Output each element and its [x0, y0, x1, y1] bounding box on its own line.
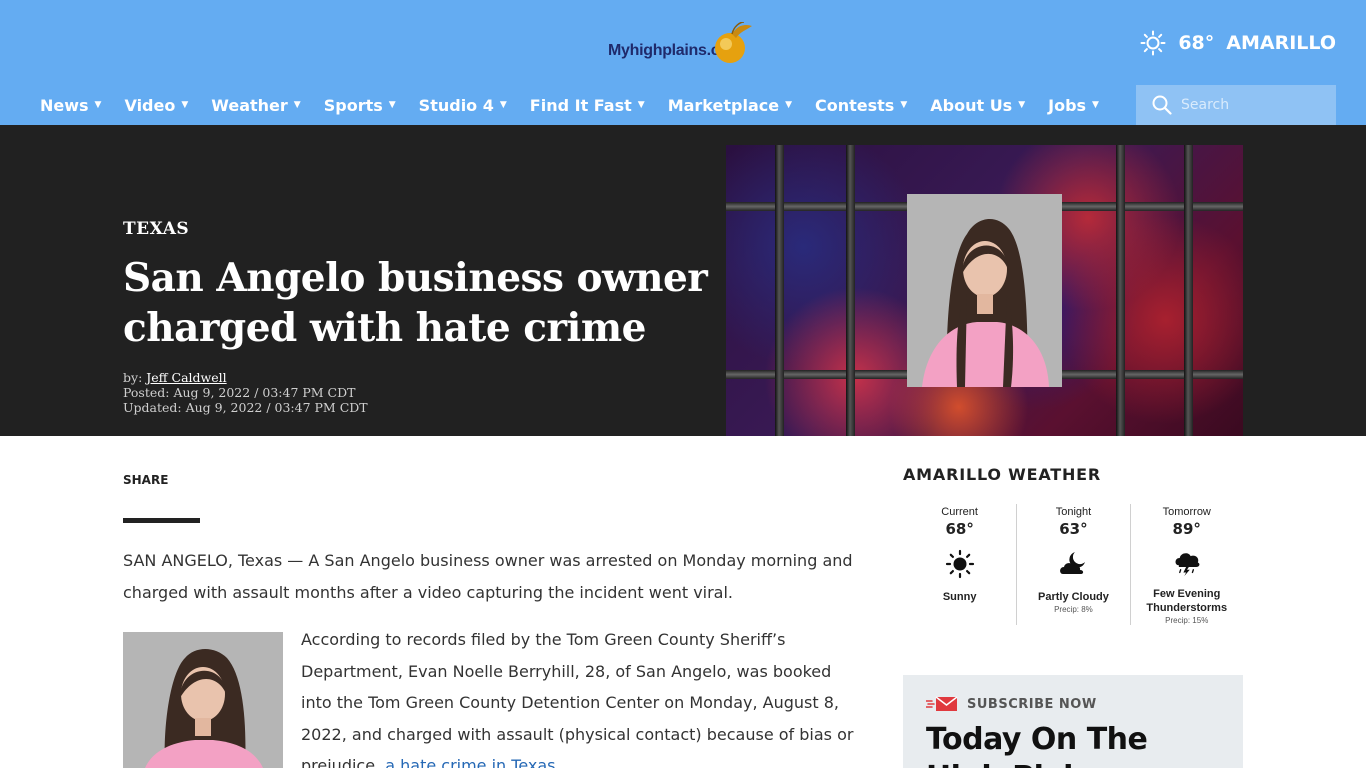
subscribe-header[interactable]: SUBSCRIBE NOW [926, 696, 1097, 712]
header-temp: 68° [1178, 32, 1215, 54]
nav-item-label: Studio 4 [418, 95, 494, 115]
header-weather[interactable]: 68° AMARILLO [1140, 30, 1336, 56]
nav-item-label: Video [124, 95, 176, 115]
caret-down-icon: ▼ [1092, 100, 1099, 110]
subscribe-label: SUBSCRIBE NOW [967, 696, 1097, 712]
hero-image[interactable] [726, 145, 1243, 436]
thunderstorm-icon [1175, 553, 1200, 577]
paragraph-text: According to records filed by the Tom Gr… [301, 630, 854, 768]
forecast-temp: 68° [945, 520, 974, 538]
nav-item-label: Marketplace [667, 95, 780, 115]
author-link[interactable]: Jeff Caldwell [146, 370, 226, 385]
caret-down-icon: ▼ [181, 100, 189, 110]
nav-item-contests[interactable]: Contests ▼ [815, 96, 907, 115]
forecast-label: Tomorrow [1162, 506, 1211, 518]
weather-widget-title[interactable]: AMARILLO WEATHER [903, 465, 1101, 484]
caret-down-icon: ▼ [900, 100, 908, 110]
byline-prefix: by: [123, 370, 143, 385]
caret-down-icon: ▼ [785, 100, 792, 110]
sun-icon [1140, 30, 1166, 56]
mugshot-photo [907, 194, 1062, 387]
newsletter-signup: SUBSCRIBE NOW Today On The High Plains [903, 675, 1243, 768]
forecast-condition: Sunny [942, 591, 977, 603]
forecast-precip: Precip: 15% [1165, 616, 1209, 625]
forecast-label: Tonight [1055, 506, 1092, 518]
caret-down-icon: ▼ [293, 100, 301, 110]
forecast-temp: 89° [1172, 520, 1201, 538]
nav-item-label: Weather [211, 95, 288, 115]
share-divider [123, 518, 200, 523]
forecast-tonight: Tonight 63° Partly Cloudy Precip: 8% [1016, 504, 1129, 625]
caret-down-icon: ▼ [388, 100, 396, 110]
nav-item-label: Find It Fast [529, 95, 632, 115]
nav-item-studio-4[interactable]: Studio 4 ▼ [419, 96, 507, 115]
caret-down-icon: ▼ [1018, 100, 1026, 110]
jail-bar [775, 145, 784, 436]
forecast-temp: 63° [1059, 520, 1088, 538]
sun-icon [945, 549, 974, 579]
article-paragraph: SAN ANGELO, Texas — A San Angelo busines… [123, 551, 853, 602]
article-paragraph: According to records filed by the Tom Gr… [301, 624, 861, 768]
article-headline: San Angelo business owner charged with h… [123, 255, 708, 351]
forecast-tomorrow: Tomorrow 89° Few Evening Thunderstorms P… [1129, 504, 1243, 625]
forecast-label: Current [941, 506, 978, 518]
caret-down-icon: ▼ [94, 100, 102, 110]
nav-item-label: News [40, 95, 89, 115]
nav-item-weather[interactable]: Weather ▼ [211, 96, 300, 115]
article-byline: by: Jeff Caldwell Posted: Aug 9, 2022 / … [123, 370, 368, 415]
nav-item-label: Sports [323, 95, 383, 115]
newsletter-title: Today On The High Plains [926, 722, 1148, 768]
nav-item-sports[interactable]: Sports ▼ [324, 96, 396, 115]
forecast-condition: Few Evening Thunderstorms [1146, 588, 1228, 614]
envelope-icon [926, 696, 958, 711]
nav-item-label: Contests [815, 95, 895, 115]
nav-item-video[interactable]: Video ▼ [124, 96, 188, 115]
article-hero: TEXAS San Angelo business owner charged … [0, 125, 1366, 436]
nav-item-label: About Us [930, 95, 1013, 115]
main-nav: News ▼ Video ▼ Weather ▼ Sports ▼ Studio 4 ▼ … [40, 92, 1122, 118]
forecast-precip: Precip: 8% [1054, 605, 1093, 614]
inline-mugshot-photo[interactable] [123, 632, 283, 768]
nav-item-find-it-fast[interactable]: Find It Fast ▼ [530, 96, 645, 115]
nav-item-jobs[interactable]: Jobs ▼ [1048, 96, 1099, 115]
article-category[interactable]: TEXAS [123, 219, 189, 239]
header-city: AMARILLO [1226, 32, 1336, 54]
jail-bar [1184, 145, 1193, 436]
posted-date: Posted: Aug 9, 2022 / 03:47 PM CDT [123, 385, 356, 400]
moon-cloud-icon [1060, 552, 1086, 574]
search-box [1136, 85, 1336, 125]
hate-crime-link[interactable]: a hate crime in Texas [385, 756, 555, 768]
caret-down-icon: ▼ [637, 100, 645, 110]
share-label: SHARE [123, 473, 169, 487]
portrait-illustration [907, 194, 1062, 387]
updated-date: Updated: Aug 9, 2022 / 03:47 PM CDT [123, 400, 368, 415]
portrait-illustration [123, 632, 283, 768]
jail-bar [1116, 145, 1125, 436]
site-logo[interactable]: Myhighplains.com [608, 20, 762, 68]
forecast-current: Current 68° Sunny [903, 504, 1016, 625]
weather-forecast[interactable]: Current 68° Sunny Tonight 63° Partly Clo… [903, 504, 1243, 625]
site-header: Myhighplains.com 68° AMARILLO News ▼ Vide… [0, 0, 1366, 125]
search-input[interactable] [1181, 97, 1321, 113]
search-icon[interactable] [1152, 95, 1172, 115]
nav-item-about-us[interactable]: About Us ▼ [930, 96, 1025, 115]
forecast-condition: Partly Cloudy [1037, 591, 1109, 603]
nav-item-marketplace[interactable]: Marketplace ▼ [668, 96, 792, 115]
logo-globe-icon [715, 22, 752, 63]
caret-down-icon: ▼ [499, 100, 507, 110]
jail-bar [846, 145, 855, 436]
nav-item-label: Jobs [1048, 95, 1087, 115]
nav-item-news[interactable]: News ▼ [40, 96, 101, 115]
